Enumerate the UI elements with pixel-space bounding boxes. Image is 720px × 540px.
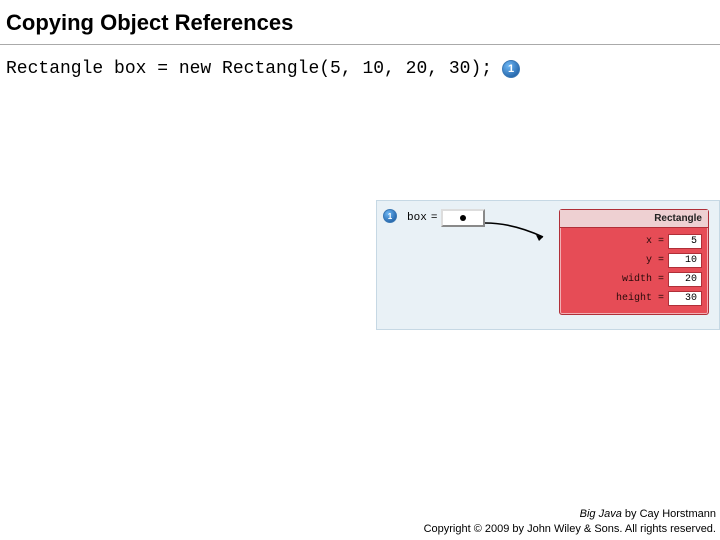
object-type-label: Rectangle: [560, 210, 708, 228]
field-value: 5: [668, 234, 702, 249]
equals-sign: =: [431, 212, 438, 224]
slide: Copying Object References Rectangle box …: [0, 0, 720, 540]
callout-marker-1: 1: [502, 60, 520, 78]
footer-copyright: Copyright © 2009 by John Wiley & Sons. A…: [424, 522, 716, 536]
field-value: 30: [668, 291, 702, 306]
object-box: Rectangle x = 5 y = 10 width = 20 height…: [559, 209, 709, 315]
reference-arrow-icon: [483, 217, 557, 247]
reference-dot-icon: [460, 215, 466, 221]
variable-box: box =: [407, 209, 485, 227]
footer-line-1: Big Java by Cay Horstmann: [424, 507, 716, 521]
callout-marker-diagram: 1: [383, 209, 397, 223]
object-diagram-panel: 1 box = Rectangle x = 5 y = 10: [376, 200, 720, 330]
page-title: Copying Object References: [0, 0, 720, 45]
field-row: height = 30: [566, 289, 702, 308]
code-line: Rectangle box = new Rectangle(5, 10, 20,…: [0, 45, 720, 79]
code-text: Rectangle box = new Rectangle(5, 10, 20,…: [6, 59, 492, 79]
variable-name: box: [407, 212, 427, 224]
field-row: width = 20: [566, 270, 702, 289]
field-label: height =: [566, 293, 664, 304]
book-title: Big Java: [580, 508, 622, 520]
field-label: y =: [566, 255, 664, 266]
byline: by Cay Horstmann: [622, 508, 716, 520]
field-row: x = 5: [566, 232, 702, 251]
field-value: 10: [668, 253, 702, 268]
field-row: y = 10: [566, 251, 702, 270]
field-label: width =: [566, 274, 664, 285]
reference-slot: [441, 209, 485, 227]
field-label: x =: [566, 236, 664, 247]
object-fields: x = 5 y = 10 width = 20 height = 30: [560, 228, 708, 314]
footer: Big Java by Cay Horstmann Copyright © 20…: [424, 507, 716, 536]
field-value: 20: [668, 272, 702, 287]
